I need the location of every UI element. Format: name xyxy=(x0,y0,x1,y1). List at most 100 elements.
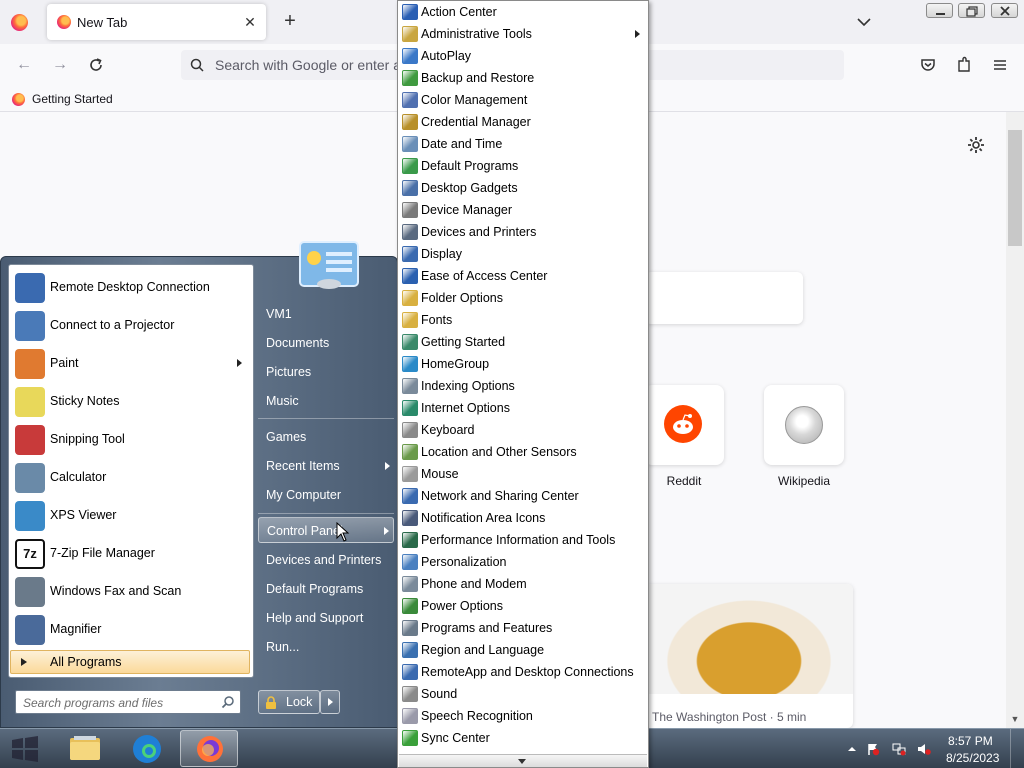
shutdown-options-button[interactable] xyxy=(320,690,340,714)
search-card[interactable] xyxy=(645,272,803,324)
start-item-run[interactable]: Run... xyxy=(258,634,394,660)
action-center-flag-icon[interactable] xyxy=(866,742,880,756)
start-item-music[interactable]: Music xyxy=(258,388,394,414)
control-panel-item[interactable]: RemoteApp and Desktop Connections xyxy=(398,661,648,683)
url-input[interactable]: Search with Google or enter a xyxy=(215,57,401,73)
start-item-documents[interactable]: Documents xyxy=(258,330,394,356)
firefox-icon[interactable] xyxy=(11,14,28,31)
scrollbar-thumb[interactable] xyxy=(1008,130,1022,246)
control-panel-item[interactable]: Ease of Access Center xyxy=(398,265,648,287)
control-panel-item[interactable]: Default Programs xyxy=(398,155,648,177)
start-item-default-programs[interactable]: Default Programs xyxy=(258,576,394,602)
all-programs-button[interactable]: All Programs xyxy=(10,650,250,674)
control-panel-item[interactable]: Date and Time xyxy=(398,133,648,155)
control-panel-item[interactable]: HomeGroup xyxy=(398,353,648,375)
control-panel-item[interactable]: Display xyxy=(398,243,648,265)
start-item-games[interactable]: Games xyxy=(258,424,394,450)
control-panel-item[interactable]: Programs and Features xyxy=(398,617,648,639)
bookmark-getting-started[interactable]: Getting Started xyxy=(32,92,113,106)
control-panel-item[interactable]: Sound xyxy=(398,683,648,705)
new-tab-button[interactable]: + xyxy=(279,10,301,32)
control-panel-item[interactable]: Backup and Restore xyxy=(398,67,648,89)
control-panel-item[interactable]: Personalization xyxy=(398,551,648,573)
start-item-pictures[interactable]: Pictures xyxy=(258,359,394,385)
control-panel-item[interactable]: Folder Options xyxy=(398,287,648,309)
control-panel-item[interactable]: Region and Language xyxy=(398,639,648,661)
start-item-recent-items[interactable]: Recent Items xyxy=(258,453,394,479)
start-item-my-computer[interactable]: My Computer xyxy=(258,482,394,508)
tab-new-tab[interactable]: New Tab ✕ xyxy=(47,4,266,40)
control-panel-item[interactable]: Performance Information and Tools xyxy=(398,529,648,551)
control-panel-item[interactable]: Mouse xyxy=(398,463,648,485)
start-item-control-panel[interactable]: Control Panel xyxy=(258,517,394,543)
reddit-icon xyxy=(664,405,702,443)
control-panel-item[interactable]: AutoPlay xyxy=(398,45,648,67)
search-input[interactable]: Search programs and files xyxy=(15,690,241,714)
start-item-vm1[interactable]: VM1 xyxy=(258,301,394,327)
control-panel-item[interactable]: Fonts xyxy=(398,309,648,331)
control-panel-item[interactable]: Action Center xyxy=(398,1,648,23)
shortcut-wikipedia[interactable] xyxy=(764,385,844,465)
keyboard-icon xyxy=(402,422,418,438)
control-panel-item[interactable]: Devices and Printers xyxy=(398,221,648,243)
control-panel-item[interactable]: Credential Manager xyxy=(398,111,648,133)
control-panel-item[interactable]: Getting Started xyxy=(398,331,648,353)
control-panel-item[interactable]: Location and Other Sensors xyxy=(398,441,648,463)
close-icon[interactable]: ✕ xyxy=(240,12,260,32)
program-item[interactable]: XPS Viewer xyxy=(9,498,252,534)
minimize-button[interactable] xyxy=(926,3,953,18)
control-panel-item[interactable]: Power Options xyxy=(398,595,648,617)
control-panel-item[interactable]: Network and Sharing Center xyxy=(398,485,648,507)
program-item[interactable]: Calculator xyxy=(9,460,252,496)
control-panel-item[interactable]: Notification Area Icons xyxy=(398,507,648,529)
location-and-other-sensors-icon xyxy=(402,444,418,460)
clock-time[interactable]: 8:57 PM xyxy=(948,734,993,748)
shortcut-reddit[interactable] xyxy=(644,385,724,465)
volume-icon[interactable] xyxy=(917,742,931,756)
program-item[interactable]: Snipping Tool xyxy=(9,422,252,458)
back-arrow-icon[interactable]: ← xyxy=(14,55,34,75)
control-panel-item[interactable]: Administrative Tools xyxy=(398,23,648,45)
start-item-devices-printers[interactable]: Devices and Printers xyxy=(258,547,394,573)
scroll-down-arrow-icon[interactable]: ▼ xyxy=(1008,712,1022,726)
program-item[interactable]: Paint xyxy=(9,346,252,382)
control-panel-item[interactable]: Internet Options xyxy=(398,397,648,419)
control-panel-item[interactable]: Device Manager xyxy=(398,199,648,221)
start-item-help-support[interactable]: Help and Support xyxy=(258,605,394,631)
extensions-icon[interactable] xyxy=(954,55,974,75)
control-panel-item[interactable]: Keyboard xyxy=(398,419,648,441)
control-panel-item[interactable]: Color Management xyxy=(398,89,648,111)
hamburger-menu-icon[interactable] xyxy=(990,55,1010,75)
taskbar-firefox[interactable] xyxy=(180,730,238,767)
control-panel-item[interactable]: Sync Center xyxy=(398,727,648,749)
program-item[interactable]: Magnifier xyxy=(9,612,252,648)
control-panel-item[interactable]: Speech Recognition xyxy=(398,705,648,727)
start-button[interactable] xyxy=(10,735,40,763)
restore-button[interactable] xyxy=(958,3,985,18)
taskbar-edge[interactable] xyxy=(118,730,176,767)
control-panel-item[interactable]: Phone and Modem xyxy=(398,573,648,595)
story-card[interactable]: The Washington Post · 5 min xyxy=(645,584,853,728)
network-icon[interactable] xyxy=(892,742,906,756)
clock-date[interactable]: 8/25/2023 xyxy=(946,751,999,765)
program-item[interactable]: Remote Desktop Connection xyxy=(9,270,252,306)
program-item[interactable]: Connect to a Projector xyxy=(9,308,252,344)
lock-button[interactable]: Lock xyxy=(258,690,320,714)
program-item[interactable]: 7z 7-Zip File Manager xyxy=(9,536,252,572)
start-item-label: VM1 xyxy=(266,307,292,321)
all-programs-label: All Programs xyxy=(50,655,122,669)
control-panel-item[interactable]: Indexing Options xyxy=(398,375,648,397)
window-close-button[interactable] xyxy=(991,3,1018,18)
reload-icon[interactable] xyxy=(86,55,106,75)
show-desktop-button[interactable] xyxy=(1010,729,1024,768)
control-panel-item[interactable]: Desktop Gadgets xyxy=(398,177,648,199)
flyout-scroll-down-button[interactable] xyxy=(399,754,647,767)
chevron-up-icon[interactable] xyxy=(845,742,859,756)
gear-icon[interactable] xyxy=(966,135,986,155)
program-item[interactable]: Sticky Notes xyxy=(9,384,252,420)
program-item[interactable]: Windows Fax and Scan xyxy=(9,574,252,610)
chevron-down-icon[interactable] xyxy=(855,13,873,31)
pocket-icon[interactable] xyxy=(918,55,938,75)
forward-arrow-icon[interactable]: → xyxy=(50,55,70,75)
taskbar-file-explorer[interactable] xyxy=(56,730,114,767)
